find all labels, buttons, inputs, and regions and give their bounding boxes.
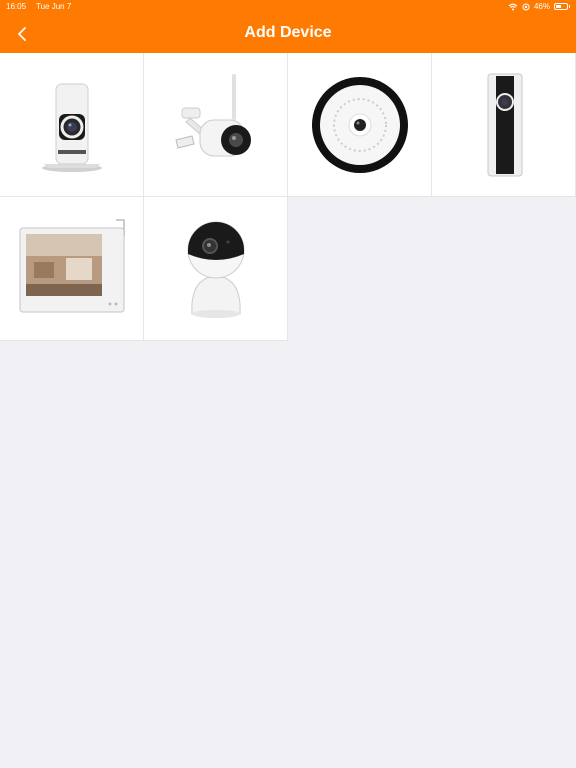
battery-percent: 46%: [533, 2, 550, 11]
page-title: Add Device: [244, 24, 332, 41]
device-tile-panoramic-camera[interactable]: [0, 53, 144, 197]
wifi-icon: [508, 3, 518, 10]
device-tile-video-monitor[interactable]: [0, 197, 144, 341]
outdoor-bullet-camera-icon: [174, 73, 251, 156]
status-bar: 16:05 Tue Jun 7 46%: [0, 0, 576, 14]
status-date: Tue Jun 7: [36, 2, 72, 11]
device-tile-dome-camera[interactable]: [144, 197, 288, 341]
device-tile-bullet-camera[interactable]: [144, 53, 288, 197]
fisheye-ceiling-camera-icon: [311, 76, 408, 173]
device-grid: [0, 53, 576, 341]
video-monitor-tablet-icon: [19, 218, 125, 312]
mini-door-camera-icon: [487, 73, 522, 176]
panoramic-wall-camera-icon: [41, 83, 102, 172]
device-tile-mini-camera[interactable]: [432, 53, 576, 197]
status-right: 46%: [508, 2, 570, 11]
battery-tip: [569, 5, 570, 8]
device-tile-fisheye-camera[interactable]: [288, 53, 432, 197]
status-time: 16:05: [6, 2, 27, 11]
battery-icon: [554, 3, 568, 10]
pan-tilt-dome-camera-icon: [187, 221, 244, 318]
app-header: 16:05 Tue Jun 7 46% Add Device: [0, 0, 576, 53]
location-icon: [522, 3, 530, 10]
